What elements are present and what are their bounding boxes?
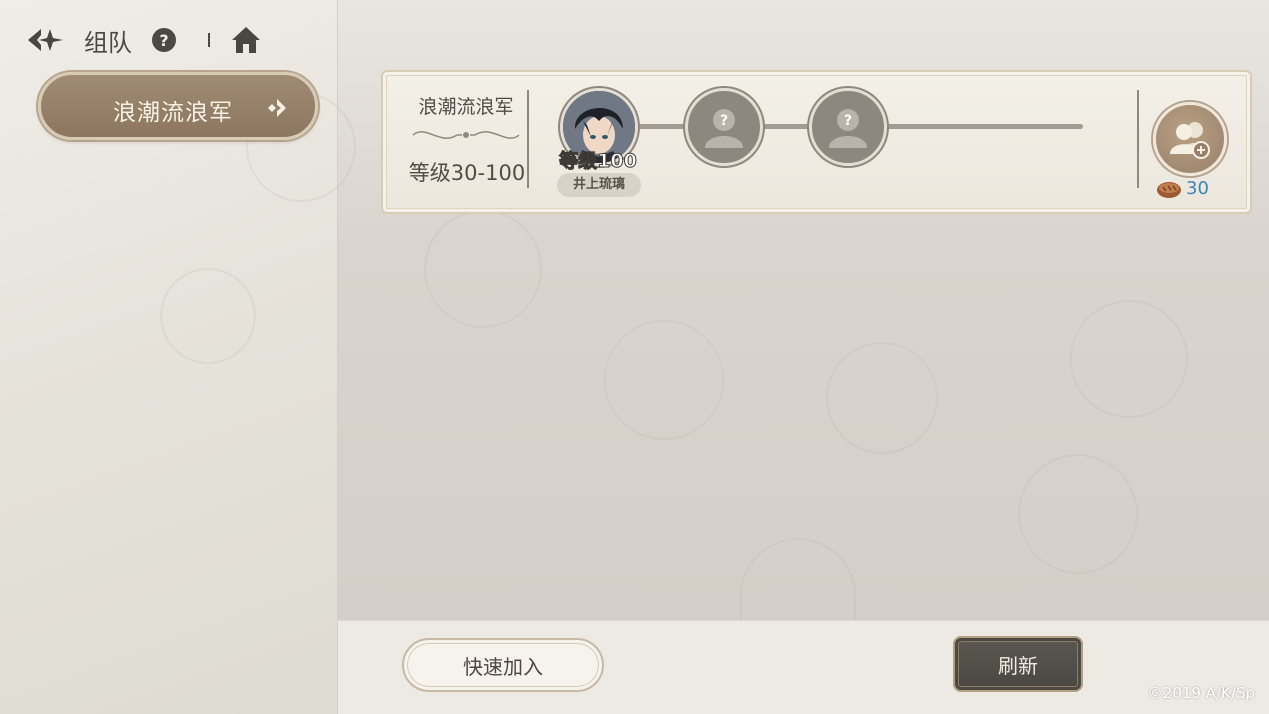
decorative-circle [1070, 300, 1188, 418]
member-slot-2-empty[interactable]: ? [685, 88, 763, 166]
decorative-circle [424, 210, 542, 328]
back-button[interactable] [26, 22, 70, 58]
home-icon [232, 27, 260, 53]
help-button[interactable]: ? [152, 28, 176, 52]
decorative-circle [604, 320, 724, 440]
member-name: 井上琉璃 [557, 173, 641, 197]
svg-text:?: ? [844, 113, 852, 129]
decorative-circle [826, 342, 938, 454]
category-tab-label: 浪潮流浪军 [113, 100, 233, 126]
chevron-right-icon [268, 99, 286, 117]
team-level-range: 等级30-100 [408, 161, 526, 185]
back-arrow-icon [28, 29, 63, 51]
top-header: 组队 ? [26, 22, 264, 58]
bread-icon [1157, 181, 1181, 198]
entry-cost: 30 [1156, 178, 1209, 199]
page-title: 组队 [84, 28, 132, 57]
unknown-member-icon: ? [829, 109, 867, 148]
quick-join-button[interactable]: 快速加入 [402, 638, 604, 692]
member-slot-3-empty[interactable]: ? [809, 88, 887, 166]
refresh-button[interactable]: 刷新 [953, 636, 1083, 692]
cost-value: 30 [1186, 178, 1209, 199]
invite-friend-button[interactable] [1153, 102, 1227, 176]
flourish-ornament-icon [412, 131, 520, 139]
card-divider [1137, 90, 1139, 188]
refresh-label: 刷新 [998, 653, 1038, 678]
home-button[interactable] [230, 23, 264, 57]
svg-text:?: ? [720, 113, 728, 129]
card-divider [527, 90, 529, 188]
add-friend-icon [1170, 122, 1210, 159]
category-tab-team[interactable]: 浪潮流浪军 [38, 72, 318, 140]
quick-join-label: 快速加入 [463, 654, 543, 679]
question-mark-icon: ? [159, 30, 169, 50]
unknown-member-icon: ? [705, 109, 743, 148]
member-level: 等级100 [559, 150, 638, 173]
decorative-circle [160, 268, 256, 364]
header-divider [208, 33, 210, 47]
copyright-text: ©2019 A/K/Sp [1147, 684, 1255, 702]
decorative-circle [1018, 454, 1138, 574]
team-name: 浪潮流浪军 [418, 96, 514, 118]
team-card[interactable]: 浪潮流浪军 等级30-100 等级100 井上琉璃 ? ? 30 [381, 70, 1252, 214]
